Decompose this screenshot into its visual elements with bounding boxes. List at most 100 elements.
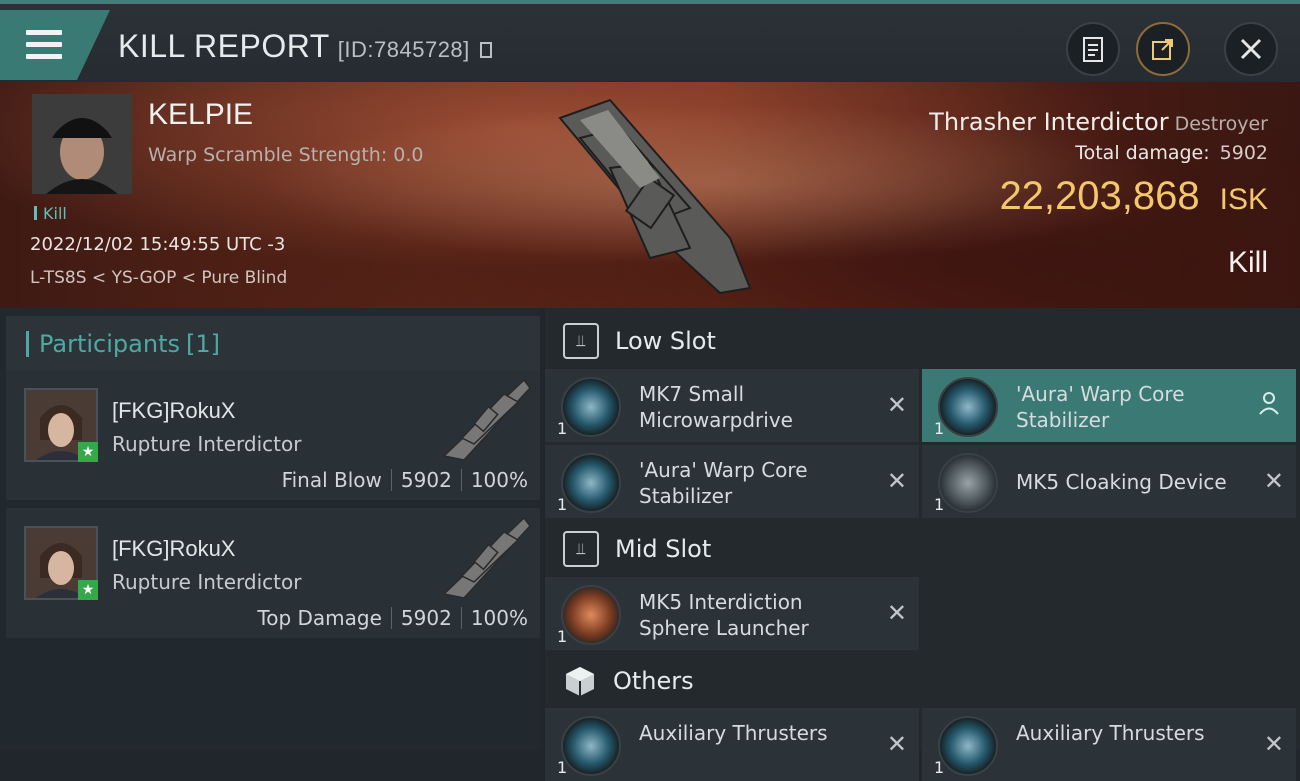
kill-location[interactable]: L-TS8S < YS-GOP < Pure Blind: [30, 268, 287, 288]
destroyed-icon: ✕: [1263, 730, 1284, 758]
mid-slot-label: Mid Slot: [615, 535, 712, 563]
ship-class: Destroyer: [1174, 113, 1268, 135]
ship-name: Thrasher Interdictor: [929, 108, 1169, 136]
module-quantity: 1: [934, 495, 945, 514]
kill-datetime: 2022/12/02 15:49:55 UTC -3: [30, 234, 286, 255]
module-name: MK7 Small Microwarpdrive: [639, 382, 793, 432]
participants-header: Participants [1]: [6, 316, 540, 372]
hamburger-icon: [26, 30, 62, 66]
participant-avatar: ★: [24, 526, 98, 600]
destroyed-icon: ✕: [886, 391, 907, 419]
participant-role: Final Blow: [281, 468, 382, 492]
isk-amount: 22,203,868: [999, 174, 1200, 218]
interdiction-sphere-launcher-icon: [561, 585, 621, 645]
participant-stats: Final Blow 5902 100%: [282, 468, 528, 492]
participants-label: Participants: [39, 330, 180, 358]
participant-name: [FKG]RokuX: [112, 398, 236, 423]
participant-percent: 100%: [470, 468, 528, 492]
module-name: Auxiliary Thrusters: [1016, 721, 1205, 745]
participants-panel: Participants [1] ★ [FKG]RokuX Rupture In…: [0, 308, 540, 750]
module-name: MK5 Interdiction Sphere Launcher: [639, 590, 809, 640]
module-item[interactable]: 1 MK5 Interdiction Sphere Launcher ✕: [545, 577, 919, 650]
page-title: KILL REPORT [ID:7845728]: [118, 28, 493, 65]
participants-count: [1]: [185, 330, 220, 358]
title-text: KILL REPORT: [118, 28, 330, 64]
total-damage-label: Total damage:: [1075, 142, 1210, 164]
participant-ship-icon: [442, 378, 531, 461]
close-icon: [1240, 38, 1262, 60]
total-damage: Total damage: 5902: [1075, 142, 1268, 164]
low-slot-header: ⫫ Low Slot: [545, 308, 1300, 374]
top-bar: KILL REPORT [ID:7845728]: [0, 0, 1300, 86]
victim-portrait[interactable]: [32, 94, 132, 194]
module-quantity: 1: [934, 758, 945, 777]
victim-banner: KELPIE Warp Scramble Strength: 0.0 Kill …: [0, 82, 1300, 308]
participant-percent: 100%: [470, 606, 528, 630]
warp-core-stabilizer-icon: [938, 377, 998, 437]
module-quantity: 1: [934, 419, 945, 438]
others-header: Others: [545, 648, 1300, 714]
module-item[interactable]: 1 MK7 Small Microwarpdrive ✕: [545, 369, 919, 442]
participant-card[interactable]: ★ [FKG]RokuX Rupture Interdictor Top Dam…: [6, 508, 540, 638]
module-quantity: 1: [557, 495, 568, 514]
participant-card[interactable]: ★ [FKG]RokuX Rupture Interdictor Final B…: [6, 370, 540, 500]
participant-name: [FKG]RokuX: [112, 536, 236, 561]
participant-avatar: ★: [24, 388, 98, 462]
destroyed-icon: ✕: [886, 467, 907, 495]
kill-tag: Kill: [34, 204, 67, 223]
module-name: MK5 Cloaking Device: [1016, 470, 1227, 494]
isk-value: 22,203,868 ISK: [999, 174, 1268, 219]
report-id: [ID:7845728]: [337, 37, 470, 62]
mid-slot-header: ⫫ Mid Slot: [545, 516, 1300, 582]
module-item[interactable]: 1 MK5 Cloaking Device ✕: [922, 445, 1296, 518]
others-label: Others: [613, 667, 694, 695]
participant-ship-icon: [442, 516, 531, 599]
cube-icon: [566, 667, 594, 696]
module-item[interactable]: 1 'Aura' Warp Core Stabilizer: [922, 369, 1296, 442]
pilot-avatar-icon: [32, 94, 132, 194]
menu-button[interactable]: [0, 10, 110, 80]
isk-unit: ISK: [1219, 183, 1268, 216]
star-icon: ★: [78, 442, 98, 462]
mid-slot-icon: ⫫: [563, 531, 599, 567]
star-icon: ★: [78, 580, 98, 600]
share-button[interactable]: [1136, 22, 1190, 76]
clipboard-icon: [1083, 37, 1103, 62]
fitting-panel: ⫫ Low Slot 1 MK7 Small Microwarpdrive ✕ …: [545, 308, 1300, 781]
participant-damage: 5902: [400, 468, 452, 492]
destroyed-icon: ✕: [886, 730, 907, 758]
participant-damage: 5902: [400, 606, 452, 630]
warp-scramble-strength: Warp Scramble Strength: 0.0: [148, 144, 424, 166]
module-quantity: 1: [557, 627, 568, 646]
module-name: Auxiliary Thrusters: [639, 721, 828, 745]
module-name: 'Aura' Warp Core Stabilizer: [1016, 382, 1185, 432]
module-quantity: 1: [557, 758, 568, 777]
clipboard-button[interactable]: [1066, 22, 1120, 76]
dropped-person-icon: [1259, 392, 1279, 415]
participant-ship: Rupture Interdictor: [112, 570, 302, 594]
participant-stats: Top Damage 5902 100%: [257, 606, 528, 630]
microwarpdrive-icon: [561, 377, 621, 437]
kill-tag-label: Kill: [43, 204, 67, 223]
module-item[interactable]: 1 'Aura' Warp Core Stabilizer ✕: [545, 445, 919, 518]
destroyed-icon: ✕: [886, 599, 907, 627]
participant-role: Top Damage: [257, 606, 382, 630]
auxiliary-thrusters-icon: [561, 716, 621, 776]
module-quantity: 1: [557, 419, 568, 438]
total-damage-value: 5902: [1219, 142, 1268, 164]
victim-ship[interactable]: Thrasher Interdictor Destroyer: [929, 108, 1268, 136]
warp-core-stabilizer-icon: [561, 453, 621, 513]
ship-render-icon: [558, 98, 752, 295]
module-item[interactable]: 1 Auxiliary Thrusters ✕: [922, 708, 1296, 781]
destroyed-icon: ✕: [1263, 467, 1284, 495]
auxiliary-thrusters-icon: [938, 716, 998, 776]
victim-name: KELPIE: [148, 98, 254, 131]
module-item[interactable]: 1 Auxiliary Thrusters ✕: [545, 708, 919, 781]
close-button[interactable]: [1224, 22, 1278, 76]
result-label: Kill: [1227, 246, 1268, 279]
cloaking-device-icon: [938, 453, 998, 513]
copy-icon[interactable]: [479, 41, 493, 59]
low-slot-label: Low Slot: [615, 327, 716, 355]
module-name: 'Aura' Warp Core Stabilizer: [639, 458, 808, 508]
participant-ship: Rupture Interdictor: [112, 432, 302, 456]
